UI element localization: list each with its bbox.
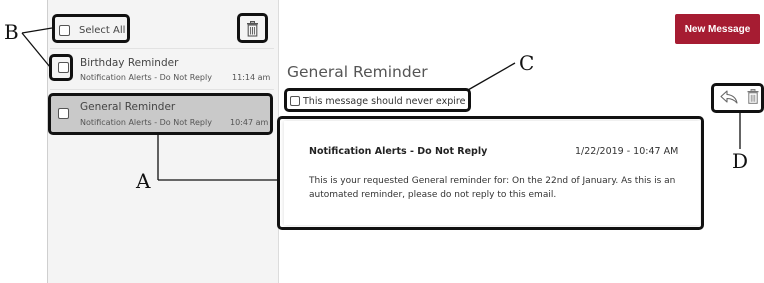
annotation-label-c: C (519, 51, 535, 75)
annotation-leader-lines (21, 27, 741, 181)
annotation-label-a: A (136, 169, 151, 193)
annotation-label-b: B (4, 20, 19, 44)
annotation-label-d: D (732, 149, 749, 173)
